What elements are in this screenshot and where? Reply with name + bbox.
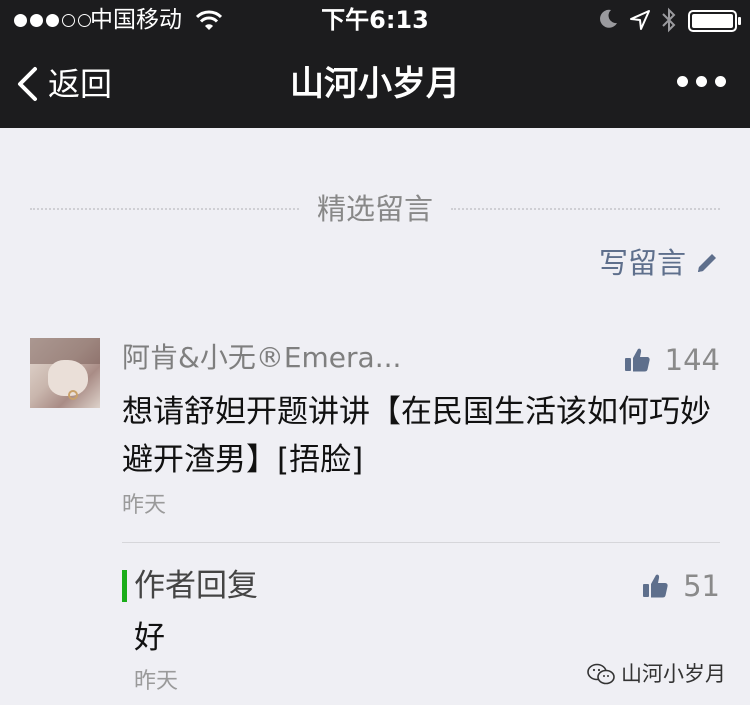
reply-divider [122,542,720,543]
avatar[interactable] [30,338,100,408]
author-reply-text: 好 [134,620,165,656]
battery-icon [688,10,741,32]
reply-like-button[interactable]: 51 [641,566,720,606]
featured-comments-title: 精选留言 [317,192,434,226]
thumbs-up-icon [643,574,668,598]
more-dot [715,76,726,87]
dotted-divider [451,208,721,210]
top-bar: 中国移动 下午6:13 返回 山河小岁月 [0,0,750,128]
more-options-button[interactable] [677,76,726,87]
author-reply-accent-bar [122,570,127,602]
write-comment-label: 写留言 [598,246,686,280]
dotted-divider [30,208,299,210]
more-dot [696,76,707,87]
reply-like-count: 51 [683,569,720,603]
comment-text: 想请舒妲开题讲讲【在民国生活该如何巧妙避开渣男】[捂脸] [122,394,711,478]
comment-author-name: 阿肯&小无®Emera... [122,341,402,374]
author-reply-label: 作者回复 [134,568,258,604]
location-arrow-icon [630,10,650,30]
watermark: 山河小岁月 [587,660,726,688]
thumbs-up-icon [624,348,650,372]
write-comment-button[interactable]: 写留言 [599,240,720,286]
do-not-disturb-moon-icon [600,9,617,28]
wechat-logo-icon [587,663,615,685]
pencil-icon [698,254,716,272]
comment-like-button[interactable]: 144 [623,340,720,380]
reply-timestamp: 昨天 [134,669,179,694]
bluetooth-icon [662,7,676,33]
watermark-label: 山河小岁月 [621,662,726,686]
status-bar: 中国移动 下午6:13 [0,0,750,40]
more-dot [677,76,688,87]
navigation-bar: 返回 山河小岁月 [0,42,750,128]
featured-comments-header: 精选留言 [30,186,721,232]
page-title: 山河小岁月 [290,64,460,104]
comment-like-count: 144 [664,343,720,377]
comment-timestamp: 昨天 [122,493,167,518]
